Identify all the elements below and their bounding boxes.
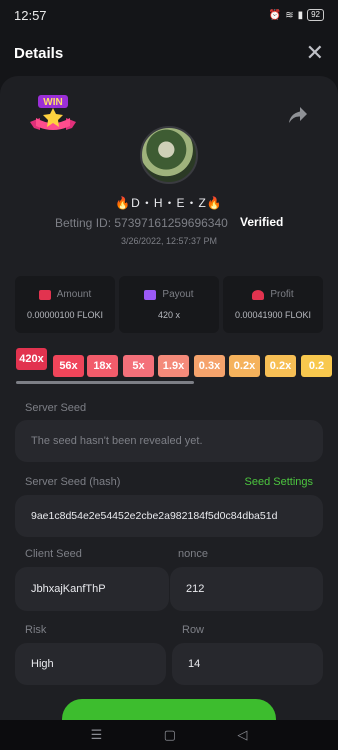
risk-field: High <box>15 643 166 685</box>
verified-badge: Verified <box>240 215 284 229</box>
alarm-icon: ⏰ <box>268 9 282 21</box>
server-seed-field: The seed hasn't been revealed yet. <box>15 420 323 462</box>
details-sheet: WIN 🔥D・H・E・Z🔥 Betting ID: 57397161259696… <box>0 76 338 720</box>
recent-apps-button[interactable]: ☰ <box>91 727 103 743</box>
status-time: 12:57 <box>14 7 47 23</box>
multiplier-chip: 420x <box>16 348 47 370</box>
status-icons: ⏰ ≋ ▮ 92 <box>269 9 324 21</box>
nonce-label: nonce <box>178 548 208 560</box>
stat-label: Amount <box>56 289 92 300</box>
status-bar: 12:57 ⏰ ≋ ▮ 92 <box>0 0 338 30</box>
multiplier-chip: 18x <box>87 355 118 377</box>
share-icon[interactable] <box>288 106 308 124</box>
home-button[interactable]: ▢ <box>164 727 176 743</box>
username: 🔥D・H・E・Z🔥 <box>115 196 223 210</box>
row-label: Row <box>182 624 205 636</box>
avatar <box>140 126 198 184</box>
wifi-icon: ≋ <box>285 9 294 21</box>
server-seed-hash-label: Server Seed (hash) <box>25 476 121 488</box>
details-header: Details ✕ <box>0 30 338 76</box>
row-field: 14 <box>172 643 323 685</box>
betting-id: Betting ID: 57397161259696340 <box>55 216 228 230</box>
bet-stats: Amount 0.00000100 FLOKI Payout 420 x Pro… <box>15 276 323 333</box>
svg-text:WIN: WIN <box>43 97 62 108</box>
stat-profit: Profit 0.00041900 FLOKI <box>223 276 323 333</box>
win-badge-icon: WIN <box>30 95 76 130</box>
stat-value: 420 x <box>157 310 181 320</box>
multiplier-chip: 1.9x <box>158 355 189 377</box>
close-icon[interactable]: ✕ <box>306 42 324 64</box>
bet-timestamp: 3/26/2022, 12:57:37 PM <box>120 236 218 246</box>
multiplier-scrollbar[interactable] <box>16 381 194 384</box>
multiplier-chip: 0.2x <box>265 355 296 377</box>
back-button[interactable]: ◁ <box>237 727 247 743</box>
client-seed-label: Client Seed <box>25 548 82 560</box>
stat-value: 0.00000100 FLOKI <box>26 310 104 320</box>
wallet-icon <box>38 289 51 300</box>
multiplier-chip: 0.2x <box>229 355 260 377</box>
server-seed-label: Server Seed <box>25 402 87 414</box>
profit-icon <box>252 289 265 300</box>
stat-label: Profit <box>270 289 294 300</box>
system-nav-bar: ☰ ▢ ◁ <box>0 720 338 750</box>
multiplier-chip: 56x <box>53 355 84 377</box>
stat-amount: Amount 0.00000100 FLOKI <box>15 276 115 333</box>
multiplier-chip: 0.2 <box>301 355 332 377</box>
nonce-field: 212 <box>170 567 323 611</box>
multiplier-chip: 5x <box>123 355 154 377</box>
page-title: Details <box>14 44 64 62</box>
card-icon <box>144 289 157 300</box>
stat-value: 0.00041900 FLOKI <box>234 310 312 320</box>
multiplier-bar[interactable]: 420x 56x 18x 5x 1.9x 0.3x 0.2x 0.2x 0.2 <box>16 346 338 382</box>
seed-settings-link[interactable]: Seed Settings <box>245 476 314 488</box>
stat-label: Payout <box>162 289 194 300</box>
client-seed-field: JbhxajKanfThP <box>15 567 169 611</box>
stat-payout: Payout 420 x <box>119 276 219 333</box>
battery-icon: 92 <box>307 9 324 21</box>
server-seed-hash-field: 9ae1c8d54e2e54452e2cbe2a982184f5d0c84dba… <box>15 495 323 537</box>
risk-label: Risk <box>25 624 47 636</box>
verify-button[interactable] <box>62 699 276 720</box>
multiplier-chip: 0.3x <box>194 355 225 377</box>
signal-icon: ▮ <box>297 9 304 21</box>
